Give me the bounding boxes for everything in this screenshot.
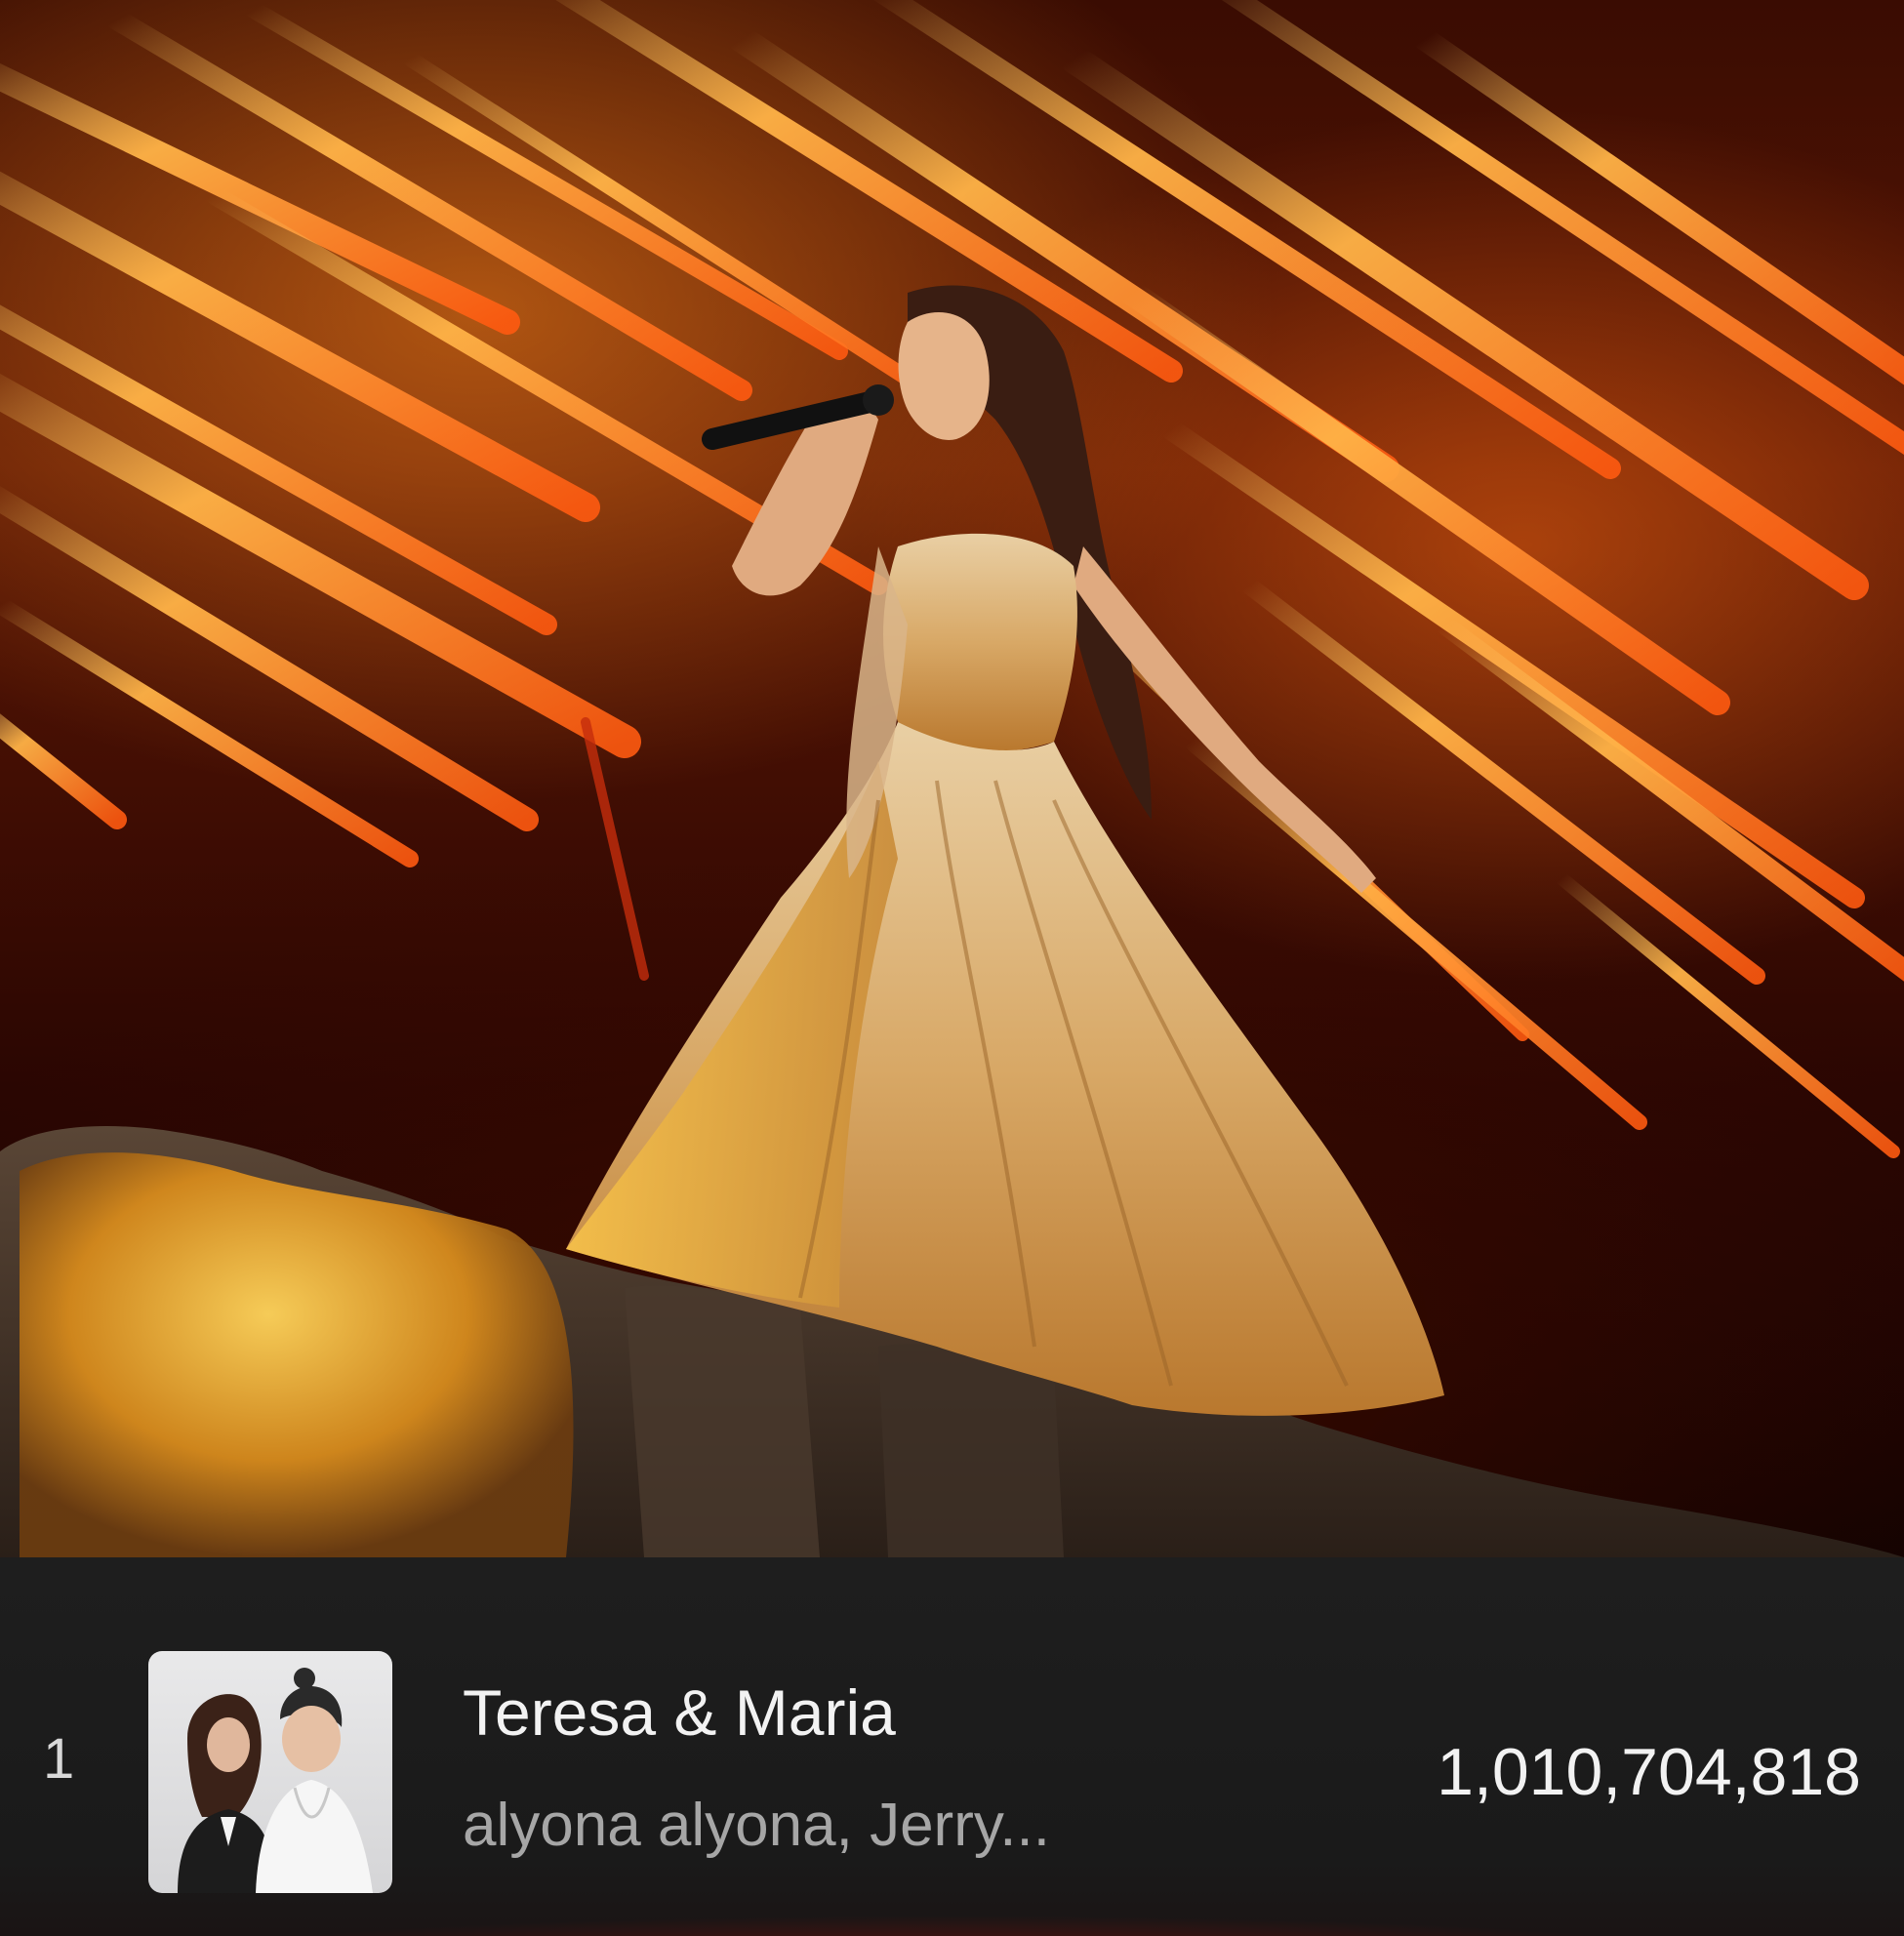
stream-count: 1,010,704,818 bbox=[1437, 1735, 1861, 1809]
stage-photo bbox=[0, 0, 1904, 1557]
album-artwork-illustration bbox=[178, 1668, 373, 1893]
rank-number: 1 bbox=[43, 1727, 75, 1791]
album-artwork[interactable] bbox=[148, 1651, 392, 1893]
stage-photo-illustration bbox=[0, 0, 1904, 1557]
track-title: Teresa & Maria bbox=[463, 1676, 896, 1749]
chart-list-row[interactable]: 1 Teresa & Maria alyona alyona, Jerry...… bbox=[0, 1557, 1904, 1936]
track-artists: alyona alyona, Jerry... bbox=[463, 1792, 1050, 1859]
